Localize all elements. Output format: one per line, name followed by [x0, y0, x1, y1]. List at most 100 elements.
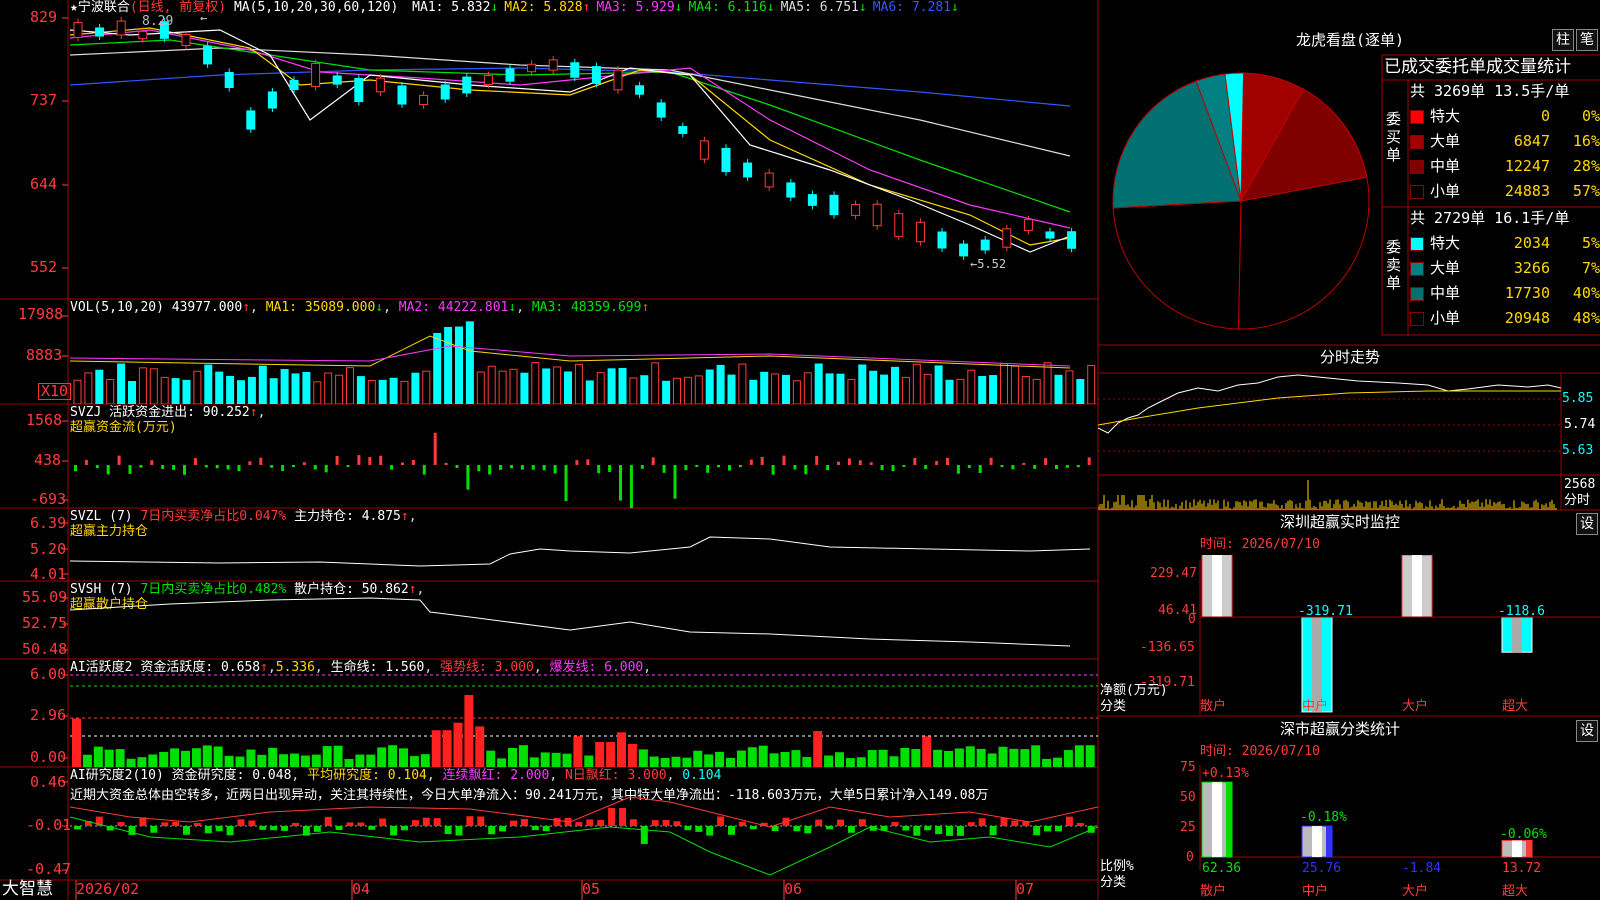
bar-mode-button[interactable]: 柱	[1552, 29, 1574, 51]
activity-bar	[660, 758, 670, 767]
pen-mode-button[interactable]: 笔	[1576, 29, 1598, 51]
volume-bar	[1065, 370, 1074, 404]
activity-bar	[638, 749, 648, 767]
class-bottom-value: -1.84	[1402, 861, 1442, 876]
fund-flow-bar	[586, 459, 590, 465]
fund-flow-bar	[902, 465, 906, 468]
research-bar	[826, 826, 834, 830]
research-bar	[749, 826, 757, 830]
volume-bar	[280, 369, 289, 404]
monitor-settings-button[interactable]: 设	[1576, 513, 1598, 535]
activity-bar	[235, 756, 245, 767]
y-tick: -0.01	[26, 816, 72, 834]
stock-title[interactable]: ★宁波联合	[70, 0, 130, 15]
ma-value: MA4: 6.116↓	[688, 0, 775, 15]
volume-bar	[923, 373, 932, 404]
fund-flow-bar	[728, 465, 731, 471]
candle-body	[505, 68, 515, 82]
research-bar	[771, 826, 779, 832]
monitor-bar-chart: 229.47-319.71208.84-118.6	[1200, 555, 1600, 713]
volume-bar	[193, 370, 202, 404]
fund-flow-bar	[826, 465, 830, 471]
low-marker: ←5.52	[970, 257, 1006, 271]
fund-flow-bar	[1011, 465, 1015, 470]
ma5-line	[70, 47, 1071, 157]
cat-label: 大户	[1402, 884, 1429, 899]
fund-flow-bar	[74, 465, 77, 472]
kline-chart[interactable]: ← ←5.52	[70, 0, 1098, 299]
fund-flow-bar	[488, 465, 492, 475]
research-bar	[717, 816, 725, 826]
monitor-bar-highlight	[1312, 617, 1322, 712]
activity-bar	[268, 747, 278, 767]
class-bottom-value: 62.36	[1202, 861, 1242, 876]
fund-flow-bar	[531, 465, 535, 470]
fund-flow-bar	[237, 465, 241, 472]
fund-flow-bar	[433, 432, 437, 465]
fund-flow-bar	[117, 455, 121, 465]
ma2-line	[70, 27, 1071, 246]
research-bar	[510, 820, 517, 826]
volume-bar	[912, 363, 921, 404]
research-bar	[259, 826, 267, 830]
order-type: 小单	[1430, 182, 1461, 200]
fund-flow-bar	[379, 455, 383, 465]
y-tick: 17988	[18, 305, 64, 323]
activity-bar	[933, 749, 943, 767]
fund-flow-bar	[858, 460, 862, 465]
class-settings-button[interactable]: 设	[1576, 720, 1598, 742]
color-swatch	[1410, 311, 1424, 326]
volume-bar	[662, 380, 671, 404]
order-volume: 12247	[1504, 157, 1550, 175]
research-bar	[531, 826, 539, 831]
candle-body	[375, 77, 385, 93]
y-tick: 8883	[26, 346, 63, 364]
fund-flow-bar	[324, 465, 328, 473]
fund-flow-bar	[1022, 462, 1026, 465]
activity-bar	[518, 745, 528, 767]
fund-flow-bar	[760, 456, 764, 465]
intraday-chart[interactable]	[1098, 373, 1561, 510]
fund-flow-bar	[553, 465, 557, 474]
research-bar	[575, 822, 583, 826]
volume-bar	[934, 365, 943, 404]
period-label[interactable]: (日线, 前复权)	[130, 0, 226, 15]
fund-flow-bar	[771, 465, 775, 475]
activity-bar	[497, 758, 507, 767]
research-bar	[815, 819, 823, 826]
order-percent: 57%	[1572, 182, 1600, 200]
candle-body	[311, 63, 321, 87]
volume-bar	[509, 368, 518, 404]
volume-bar	[1010, 365, 1019, 404]
volume-bar	[814, 363, 823, 404]
fund-flow-bar	[1000, 465, 1004, 468]
order-type: 特大	[1430, 234, 1461, 252]
order-row: 中单 12247 28%	[1410, 154, 1600, 178]
volume-bar	[1076, 379, 1085, 404]
order-volume: 17730	[1504, 284, 1550, 302]
y-tick: 229.47	[1150, 566, 1197, 581]
research-bar	[1000, 817, 1008, 826]
volume-bar	[258, 365, 267, 404]
activity-bar	[257, 754, 267, 767]
fund-flow-bar	[84, 459, 88, 465]
volume-bar	[531, 362, 540, 404]
research-bar	[488, 826, 496, 835]
activity-bar	[333, 745, 343, 767]
order-type: 大单	[1430, 132, 1461, 150]
activity-bar	[704, 754, 714, 767]
ma-value: MA5: 6.751↓	[780, 0, 867, 15]
candle-body	[591, 66, 601, 84]
fund-flow-bar	[128, 465, 132, 474]
activity-bar	[878, 749, 888, 767]
fund-flow-bar	[891, 465, 895, 472]
volume-bar	[106, 378, 115, 404]
research-bar	[422, 817, 430, 826]
activity-bar	[595, 742, 605, 767]
class-bar-highlight	[1512, 840, 1522, 857]
activity-bar	[769, 753, 779, 767]
research-bar	[335, 826, 343, 831]
candle-body	[1023, 219, 1033, 231]
candle-body	[786, 182, 796, 198]
ma3-line	[70, 29, 1071, 229]
